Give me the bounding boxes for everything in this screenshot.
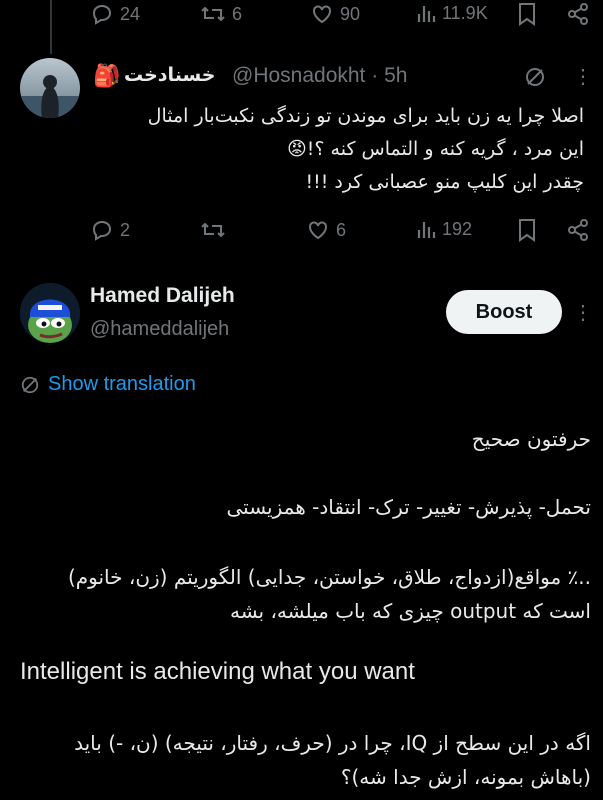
reply-icon bbox=[92, 220, 112, 241]
main-display-name[interactable]: Hamed Dalijeh bbox=[90, 284, 235, 308]
main-paragraph-2: تحمل- پذیرش- تغییر- ترک- انتقاد- همزیستی bbox=[226, 495, 592, 519]
reply-handle-line[interactable]: @Hosnadokht · 5h bbox=[232, 64, 407, 88]
parent-tweet-actions: 24 6 90 11.9K bbox=[0, 0, 603, 34]
main-handle[interactable]: @hameddalijeh bbox=[90, 318, 229, 341]
reply-display-name[interactable]: خسنادخت bbox=[124, 64, 215, 86]
parent-like-count: 90 bbox=[340, 3, 361, 24]
main-paragraph-1: حرفتون صحیح bbox=[471, 427, 591, 451]
views-icon bbox=[417, 6, 436, 22]
repost-icon bbox=[201, 6, 225, 22]
boost-button[interactable]: Boost bbox=[446, 290, 562, 334]
reply-share-button[interactable] bbox=[566, 218, 590, 242]
reply-repost-button[interactable] bbox=[200, 218, 226, 242]
parent-reply-button[interactable]: 24 bbox=[90, 2, 140, 26]
reply-views-button[interactable]: 192 bbox=[416, 218, 472, 240]
like-icon bbox=[313, 5, 331, 24]
reply-separator: · bbox=[371, 64, 379, 87]
repost-icon bbox=[201, 222, 225, 238]
reply-reply-button[interactable]: 2 bbox=[90, 218, 130, 242]
reply-icon bbox=[92, 4, 112, 25]
parent-reply-count: 24 bbox=[120, 3, 141, 24]
views-icon bbox=[417, 222, 436, 238]
reply-line-2: این مرد ، گریه کنه و التماس کنه ؟!😡 bbox=[287, 138, 584, 160]
reply-views-count: 192 bbox=[442, 218, 473, 239]
show-translation-link[interactable]: Show translation bbox=[20, 373, 196, 396]
parent-repost-button[interactable]: 6 bbox=[200, 2, 242, 26]
reply-time: 5h bbox=[384, 64, 408, 87]
translate-icon bbox=[21, 376, 39, 393]
reply-line-1: اصلا چرا یه زن باید برای موندن تو زندگی … bbox=[147, 105, 584, 127]
bag-emoji-icon: 🎒 bbox=[93, 64, 121, 89]
reply-line-3: چقدر این کلیپ منو عصبانی کرد !!! bbox=[305, 171, 584, 193]
parent-like-button[interactable]: 90 bbox=[310, 2, 360, 26]
reply-text: اصلا چرا یه زن باید برای موندن تو زندگی … bbox=[64, 100, 584, 199]
reply-more-icon[interactable]: ⋮ bbox=[573, 64, 593, 89]
main-paragraph-3: ..٪ مواقع(ازدواج، طلاق، خواستن، جدایی) ا… bbox=[67, 565, 591, 623]
bookmark-icon bbox=[519, 3, 535, 26]
reply-handle: @Hosnadokht bbox=[232, 64, 366, 87]
like-icon bbox=[309, 221, 327, 240]
main-more-icon[interactable]: ⋮ bbox=[573, 300, 593, 325]
parent-views-count: 11.9K bbox=[442, 2, 488, 23]
main-paragraph-5: اگه در این سطح از IQ، چرا در (حرف، رفتار… bbox=[74, 731, 591, 789]
share-icon bbox=[568, 219, 588, 241]
reply-like-button[interactable]: 6 bbox=[306, 218, 346, 242]
thread-line bbox=[50, 0, 52, 54]
parent-share-button[interactable] bbox=[566, 2, 590, 26]
share-icon bbox=[568, 3, 588, 25]
main-avatar[interactable] bbox=[20, 283, 80, 343]
bookmark-icon bbox=[519, 219, 535, 242]
reply-like-count: 6 bbox=[336, 219, 347, 240]
parent-repost-count: 6 bbox=[232, 3, 243, 24]
reply-tweet-actions: 2 6 192 bbox=[0, 216, 603, 250]
reply-reply-count: 2 bbox=[120, 219, 131, 240]
main-paragraph-4: Intelligent is achieving what you want bbox=[20, 658, 415, 685]
parent-bookmark-button[interactable] bbox=[517, 2, 537, 26]
show-translation-label: Show translation bbox=[48, 373, 196, 395]
parent-views-button[interactable]: 11.9K bbox=[416, 2, 488, 24]
main-avatar-image bbox=[20, 283, 80, 343]
grok-icon[interactable] bbox=[524, 66, 546, 92]
reply-bookmark-button[interactable] bbox=[517, 218, 537, 242]
